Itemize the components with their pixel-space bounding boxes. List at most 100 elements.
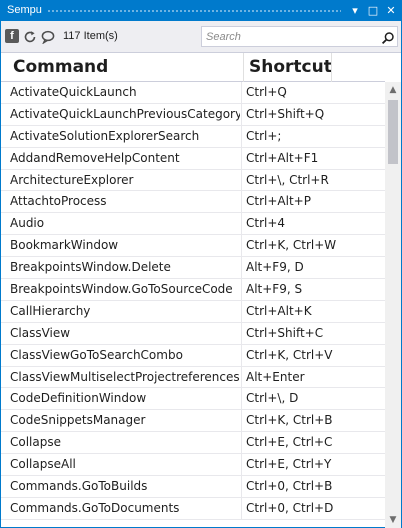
shortcut-cell: Ctrl+K, Ctrl+W	[246, 238, 337, 253]
title-drag-grip[interactable]	[47, 9, 341, 14]
command-cell: AddandRemoveHelpContent	[10, 150, 180, 165]
chat-icon[interactable]	[41, 29, 55, 45]
facebook-icon[interactable]: f	[5, 29, 19, 43]
table-row[interactable]: ActivateQuickLaunch Ctrl+Q	[1, 82, 385, 104]
table-row[interactable]: BreakpointsWindow.Delete Alt+F9, D	[1, 257, 385, 280]
row-divider	[241, 410, 242, 432]
scroll-down-arrow-icon[interactable]: ▼	[385, 512, 401, 528]
command-cell: ClassView	[10, 325, 71, 340]
row-divider	[241, 476, 242, 497]
shortcut-cell: Alt+F9, D	[246, 260, 304, 275]
table-row[interactable]: ActivateQuickLaunchPreviousCategory Ctrl+…	[1, 103, 385, 126]
shortcut-cell: Ctrl+4	[246, 216, 286, 231]
command-cell: AttachtoProcess	[10, 194, 107, 209]
row-divider	[241, 322, 242, 344]
command-list: ActivateQuickLaunch Ctrl+Q ActivateQuickLa…	[1, 82, 385, 528]
shortcut-cell: Ctrl+Q	[246, 85, 287, 99]
shortcut-cell: Ctrl+K, Ctrl+V	[246, 347, 333, 362]
scroll-up-arrow-icon[interactable]: ▲	[385, 82, 401, 98]
sempu-window: Sempu ▾ □ ✕ f 117 Item(s) Command	[0, 0, 402, 528]
shortcut-cell: Alt+Enter	[246, 369, 305, 384]
shortcut-cell: Ctrl+Shift+Q	[246, 106, 325, 121]
command-cell: Audio	[10, 216, 45, 231]
table-row[interactable]: CodeDefinitionWindow Ctrl+\, D	[1, 388, 385, 411]
maximize-button[interactable]: □	[365, 3, 381, 19]
window-menu-dropdown-button[interactable]: ▾	[347, 3, 363, 19]
row-divider	[241, 388, 242, 410]
table-header: Command Shortcut	[1, 53, 385, 82]
table-row[interactable]: CodeSnippetsManager Ctrl+K, Ctrl+B	[1, 410, 385, 433]
refresh-icon[interactable]	[23, 29, 37, 43]
command-cell: ArchitectureExplorer	[10, 172, 134, 187]
row-divider	[241, 147, 242, 169]
row-divider	[241, 366, 242, 388]
table-row[interactable]: Commands.GoToBuilds Ctrl+0, Ctrl+B	[1, 476, 385, 498]
table-row[interactable]: CollapseAll Ctrl+E, Ctrl+Y	[1, 454, 385, 477]
shortcut-cell: Ctrl+E, Ctrl+C	[246, 435, 333, 450]
row-divider	[241, 300, 242, 322]
search-input[interactable]	[201, 26, 398, 47]
table-row[interactable]: ArchitectureExplorer Ctrl+\, Ctrl+R	[1, 169, 385, 192]
item-count: 117 Item(s)	[63, 30, 118, 42]
command-cell: BreakpointsWindow.Delete	[10, 260, 171, 275]
column-header-command[interactable]: Command	[13, 55, 241, 80]
row-divider	[241, 191, 242, 213]
command-cell: CodeSnippetsManager	[10, 413, 146, 428]
command-cell: Collapse	[10, 435, 61, 450]
shortcut-cell: Ctrl+E, Ctrl+Y	[246, 457, 332, 472]
shortcut-cell: Ctrl+0, Ctrl+B	[246, 479, 333, 494]
shortcut-cell: Ctrl+Alt+F1	[246, 150, 319, 165]
table-row[interactable]: ClassViewMultiselectProjectreferencesIt A…	[1, 366, 385, 389]
column-resize-handle[interactable]	[331, 53, 332, 82]
shortcut-cell: Ctrl+Alt+K	[246, 303, 312, 318]
shortcut-cell: Ctrl+\, Ctrl+R	[246, 172, 329, 187]
row-divider	[241, 279, 242, 300]
shortcut-cell: Ctrl+Shift+C	[246, 325, 324, 340]
row-divider	[241, 169, 242, 191]
command-cell: Commands.GoToBuilds	[10, 479, 148, 494]
row-divider	[241, 454, 242, 476]
column-resize-handle[interactable]	[243, 53, 244, 82]
table-row[interactable]: AddandRemoveHelpContent Ctrl+Alt+F1	[1, 147, 385, 170]
command-cell: CallHierarchy	[10, 303, 91, 318]
table-row[interactable]: AttachtoProcess Ctrl+Alt+P	[1, 191, 385, 214]
command-cell: ActivateQuickLaunchPreviousCategory	[10, 106, 240, 121]
shortcut-cell: Ctrl+\, D	[246, 391, 299, 406]
column-header-shortcut[interactable]: Shortcut	[249, 55, 332, 80]
table-row[interactable]: ClassView Ctrl+Shift+C	[1, 322, 385, 345]
row-divider	[241, 103, 242, 125]
command-cell: ClassViewGoToSearchCombo	[10, 347, 183, 362]
table-row[interactable]: Audio Ctrl+4	[1, 213, 385, 236]
table-row[interactable]: CallHierarchy Ctrl+Alt+K	[1, 300, 385, 323]
title-bar[interactable]: Sempu ▾ □ ✕	[1, 1, 401, 21]
shortcut-cell: Ctrl+;	[246, 128, 282, 143]
command-cell: ClassViewMultiselectProjectreferencesIt	[10, 369, 240, 384]
command-cell: BreakpointsWindow.GoToSourceCode	[10, 282, 233, 297]
table-row[interactable]: BreakpointsWindow.GoToSourceCode Alt+F9, …	[1, 279, 385, 301]
row-divider	[241, 82, 242, 103]
shortcut-cell: Alt+F9, S	[246, 282, 303, 297]
vertical-scrollbar[interactable]: ▲ ▼	[385, 82, 401, 528]
row-divider	[241, 257, 242, 279]
window-title: Sempu	[7, 4, 42, 16]
table-row[interactable]: BookmarkWindow Ctrl+K, Ctrl+W	[1, 235, 385, 258]
shortcut-cell: Ctrl+K, Ctrl+B	[246, 413, 333, 428]
row-divider	[241, 235, 242, 257]
search-icon[interactable]	[381, 30, 395, 45]
scrollbar-thumb[interactable]	[388, 100, 398, 164]
row-divider	[241, 432, 242, 454]
command-cell: ActivateSolutionExplorerSearch	[10, 128, 200, 143]
close-button[interactable]: ✕	[383, 3, 399, 19]
row-divider	[241, 213, 242, 235]
row-divider	[241, 344, 242, 366]
row-divider	[241, 497, 242, 519]
command-cell: ActivateQuickLaunch	[10, 85, 137, 99]
command-cell: CodeDefinitionWindow	[10, 391, 147, 406]
table-row[interactable]: ClassViewGoToSearchCombo Ctrl+K, Ctrl+V	[1, 344, 385, 367]
table-row[interactable]: Commands.GoToDocuments Ctrl+0, Ctrl+D	[1, 497, 385, 520]
row-divider	[241, 125, 242, 147]
command-cell: BookmarkWindow	[10, 238, 119, 253]
table-row[interactable]: ActivateSolutionExplorerSearch Ctrl+;	[1, 125, 385, 148]
table-row[interactable]: Collapse Ctrl+E, Ctrl+C	[1, 432, 385, 455]
shortcut-cell: Ctrl+Alt+P	[246, 194, 311, 209]
